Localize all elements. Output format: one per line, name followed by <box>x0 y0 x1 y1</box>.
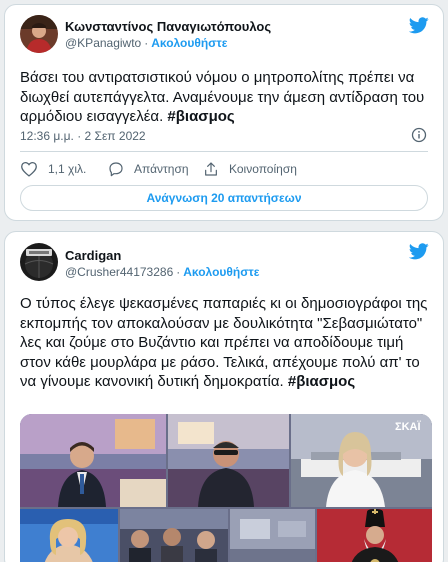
panel-studio <box>230 509 315 562</box>
handle-line: @KPanagiwto · Ακολουθήστε <box>65 36 227 50</box>
separator-dot: · <box>176 265 181 279</box>
share-button[interactable]: Κοινοποίηση <box>203 161 297 177</box>
channel-logo: ΣΚΑΪ <box>395 420 421 433</box>
author-name[interactable]: Κωνσταντίνος Παναγιωτόπουλος <box>65 19 271 34</box>
divider <box>20 151 428 152</box>
read-replies-button[interactable]: Ανάγνωση 20 απαντήσεων <box>20 185 428 211</box>
share-label: Κοινοποίηση <box>229 162 297 176</box>
info-icon[interactable] <box>411 127 427 143</box>
author-name[interactable]: Cardigan <box>65 248 121 263</box>
like-button[interactable]: 1,1 χιλ. <box>20 161 86 177</box>
panel-metropolitan <box>317 509 432 562</box>
video-screenshot-grid[interactable]: ΣΚΑΪ <box>20 414 432 562</box>
reply-label: Απάντηση <box>134 162 189 176</box>
reply-button[interactable]: Απάντηση <box>108 161 189 177</box>
author-handle[interactable]: @KPanagiwto <box>65 36 141 50</box>
reply-icon <box>109 162 123 177</box>
hashtag-link[interactable]: #βιασμος <box>167 108 234 125</box>
tweet-body: Ο τύπος έλεγε ψεκασμένες παπαριές κι οι … <box>20 295 428 390</box>
tweet-text: Ο τύπος έλεγε ψεκασμένες παπαριές κι οι … <box>20 294 431 392</box>
share-icon <box>205 162 217 176</box>
twitter-bird-icon[interactable] <box>409 243 429 260</box>
panel-presenter-right: ΣΚΑΪ <box>291 414 432 507</box>
like-count: 1,1 χιλ. <box>48 162 87 176</box>
heart-icon <box>21 161 37 177</box>
separator-dot: · <box>144 36 149 50</box>
author-handle[interactable]: @Crusher44173286 <box>65 265 173 279</box>
handle-line: @Crusher44173286 · Ακολουθήστε <box>65 265 259 279</box>
avatar[interactable] <box>20 15 58 53</box>
hashtag-link[interactable]: #βιασμος <box>288 373 355 390</box>
panel-presenter-center <box>168 414 289 507</box>
avatar[interactable] <box>20 243 58 281</box>
panel-crowd <box>120 509 228 562</box>
follow-link[interactable]: Ακολουθήστε <box>151 36 227 50</box>
follow-link[interactable]: Ακολουθήστε <box>183 265 259 279</box>
tweet-card[interactable]: Cardigan @Crusher44173286 · Ακολουθήστε Ο … <box>4 231 444 562</box>
tweet-timestamp[interactable]: 12:36 μ.μ. · 2 Σεπ 2022 <box>20 129 146 143</box>
panel-presenter-left <box>20 414 166 507</box>
tweet-text: Βάσει του αντιρατσιστικού νόμου ο μητροπ… <box>20 68 431 127</box>
tweet-card[interactable]: Κωνσταντίνος Παναγιωτόπουλος @KPanagiwto… <box>4 4 444 221</box>
panel-guest-woman <box>20 509 118 562</box>
twitter-bird-icon[interactable] <box>409 17 429 34</box>
